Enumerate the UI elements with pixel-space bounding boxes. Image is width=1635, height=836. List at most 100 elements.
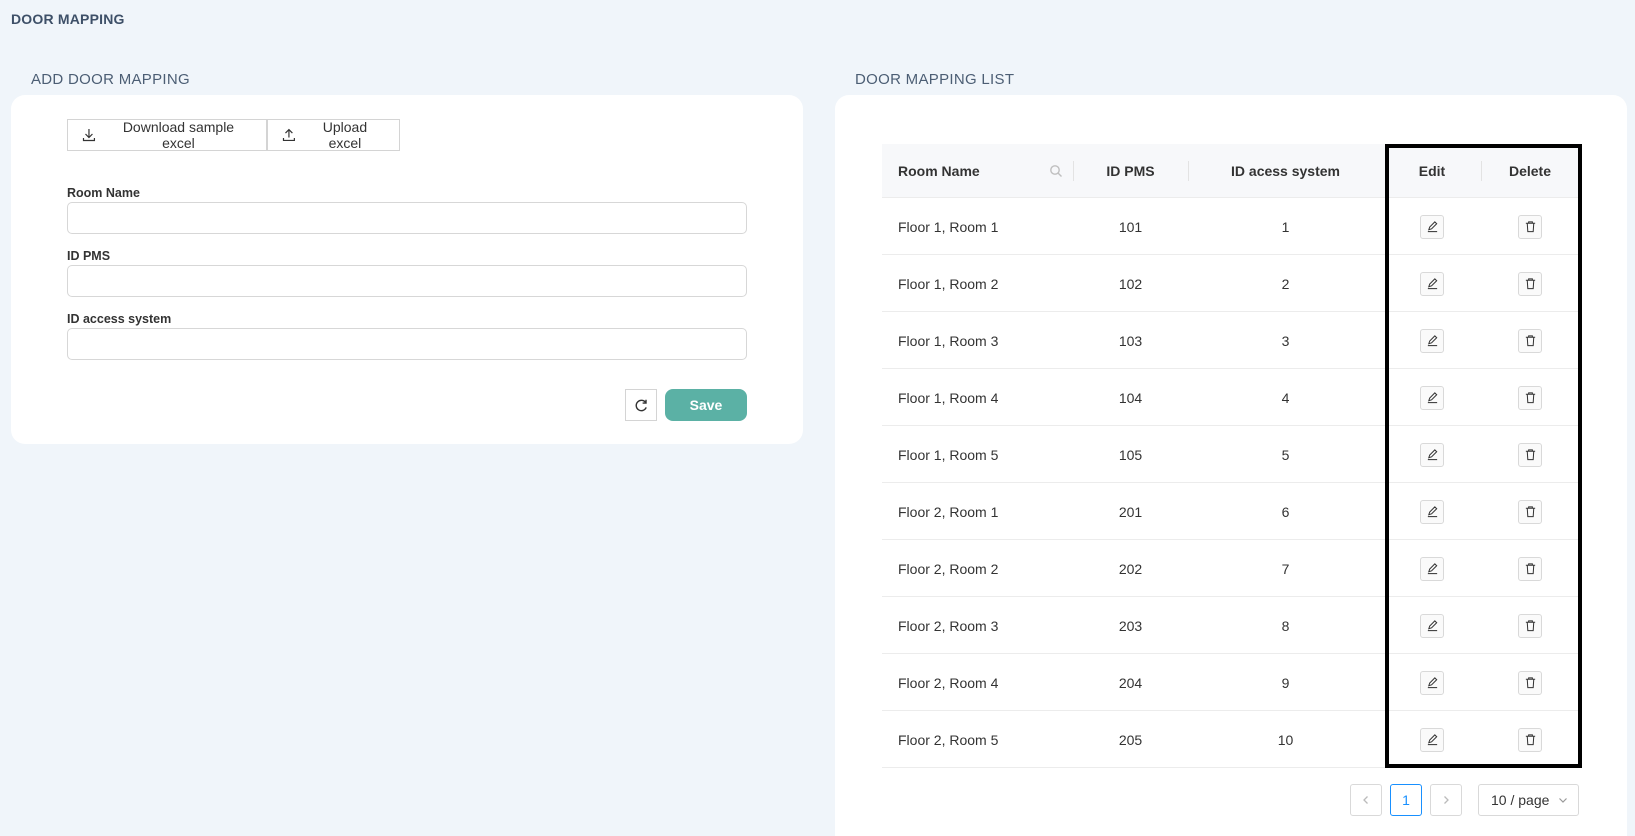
room-name-cell: Floor 1, Room 1	[898, 218, 999, 235]
edit-icon	[1427, 506, 1437, 518]
edit-button[interactable]	[1420, 499, 1444, 524]
reset-button[interactable]	[625, 389, 657, 421]
search-icon[interactable]	[1049, 164, 1063, 178]
edit-cell	[1383, 597, 1481, 654]
delete-cell	[1481, 597, 1579, 654]
edit-cell	[1383, 654, 1481, 711]
prev-page-button[interactable]	[1350, 784, 1382, 816]
page-size-select[interactable]: 10 / page	[1478, 784, 1579, 816]
room-name-cell: Floor 2, Room 5	[898, 731, 999, 748]
column-header-delete: Delete	[1508, 163, 1552, 179]
delete-button[interactable]	[1518, 442, 1542, 467]
id-pms-cell: 102	[1118, 275, 1143, 292]
id-access-system-cell: 1	[1281, 218, 1290, 235]
delete-cell	[1481, 369, 1579, 426]
page-size-value: 10 / page	[1491, 792, 1550, 808]
edit-cell	[1383, 369, 1481, 426]
table-row: Floor 1, Room 4 104 4	[882, 369, 1579, 426]
delete-cell	[1481, 198, 1579, 255]
table-row: Floor 2, Room 4 204 9	[882, 654, 1579, 711]
upload-icon	[282, 128, 295, 142]
id-pms-cell: 105	[1118, 446, 1143, 463]
edit-icon	[1427, 278, 1437, 290]
edit-button[interactable]	[1420, 214, 1444, 239]
save-button[interactable]: Save	[665, 389, 747, 421]
id-access-system-label: ID access system	[67, 312, 172, 326]
trash-icon	[1525, 620, 1535, 632]
edit-button[interactable]	[1420, 727, 1444, 752]
trash-icon	[1525, 449, 1535, 461]
page-number-button[interactable]: 1	[1390, 784, 1422, 816]
edit-icon	[1427, 734, 1437, 746]
id-access-system-input[interactable]	[67, 328, 747, 360]
delete-cell	[1481, 426, 1579, 483]
chevron-left-icon	[1363, 796, 1368, 804]
room-name-input[interactable]	[67, 202, 747, 234]
trash-icon	[1525, 392, 1535, 404]
edit-icon	[1427, 563, 1437, 575]
page-title: DOOR MAPPING	[11, 11, 125, 27]
room-name-cell: Floor 1, Room 4	[898, 389, 999, 406]
id-access-system-cell: 5	[1281, 446, 1290, 463]
id-pms-label: ID PMS	[67, 249, 111, 263]
table-row: Floor 1, Room 5 105 5	[882, 426, 1579, 483]
next-page-button[interactable]	[1430, 784, 1462, 816]
table-row: Floor 1, Room 2 102 2	[882, 255, 1579, 312]
upload-excel-button[interactable]: Upload excel	[267, 119, 400, 151]
delete-button[interactable]	[1518, 271, 1542, 296]
edit-button[interactable]	[1420, 670, 1444, 695]
trash-icon	[1525, 677, 1535, 689]
id-access-system-cell: 6	[1281, 503, 1290, 520]
edit-cell	[1383, 255, 1481, 312]
edit-icon	[1427, 449, 1437, 461]
id-pms-cell: 204	[1118, 674, 1143, 691]
id-access-system-cell: 3	[1281, 332, 1290, 349]
top-bar: DOOR MAPPING	[0, 0, 1635, 40]
download-sample-excel-button[interactable]: Download sample excel	[67, 119, 267, 151]
room-name-cell: Floor 1, Room 2	[898, 275, 999, 292]
id-pms-input[interactable]	[67, 265, 747, 297]
delete-cell	[1481, 711, 1579, 768]
edit-icon	[1427, 392, 1437, 404]
id-access-system-cell: 9	[1281, 674, 1290, 691]
door-mapping-list-card: Room Name ID PMS ID acess system Edit De…	[835, 95, 1627, 836]
edit-button[interactable]	[1420, 385, 1444, 410]
trash-icon	[1525, 278, 1535, 290]
delete-button[interactable]	[1518, 556, 1542, 581]
delete-button[interactable]	[1518, 385, 1542, 410]
delete-cell	[1481, 540, 1579, 597]
id-access-system-cell: 7	[1281, 560, 1290, 577]
reload-icon	[635, 399, 647, 411]
delete-cell	[1481, 312, 1579, 369]
edit-button[interactable]	[1420, 556, 1444, 581]
table-row: Floor 2, Room 2 202 7	[882, 540, 1579, 597]
room-name-cell: Floor 1, Room 5	[898, 446, 999, 463]
delete-button[interactable]	[1518, 670, 1542, 695]
download-icon	[82, 129, 96, 142]
delete-button[interactable]	[1518, 214, 1542, 239]
room-name-cell: Floor 1, Room 3	[898, 332, 999, 349]
table-row: Floor 2, Room 3 203 8	[882, 597, 1579, 654]
delete-button[interactable]	[1518, 613, 1542, 638]
edit-cell	[1383, 483, 1481, 540]
column-header-id-access-system: ID acess system	[1231, 163, 1340, 179]
upload-excel-label: Upload excel	[322, 119, 368, 151]
edit-button[interactable]	[1420, 271, 1444, 296]
edit-cell	[1383, 711, 1481, 768]
edit-button[interactable]	[1420, 613, 1444, 638]
delete-button[interactable]	[1518, 727, 1542, 752]
chevron-down-icon	[1559, 798, 1567, 803]
id-access-system-cell: 10	[1277, 731, 1294, 748]
delete-button[interactable]	[1518, 328, 1542, 353]
edit-button[interactable]	[1420, 328, 1444, 353]
edit-cell	[1383, 312, 1481, 369]
id-access-system-cell: 8	[1281, 617, 1290, 634]
room-name-cell: Floor 2, Room 2	[898, 560, 999, 577]
id-pms-cell: 201	[1118, 503, 1143, 520]
delete-button[interactable]	[1518, 499, 1542, 524]
edit-button[interactable]	[1420, 442, 1444, 467]
door-mapping-table: Room Name ID PMS ID acess system Edit De…	[882, 144, 1579, 768]
delete-cell	[1481, 255, 1579, 312]
chevron-right-icon	[1444, 796, 1449, 804]
room-name-cell: Floor 2, Room 1	[898, 503, 999, 520]
